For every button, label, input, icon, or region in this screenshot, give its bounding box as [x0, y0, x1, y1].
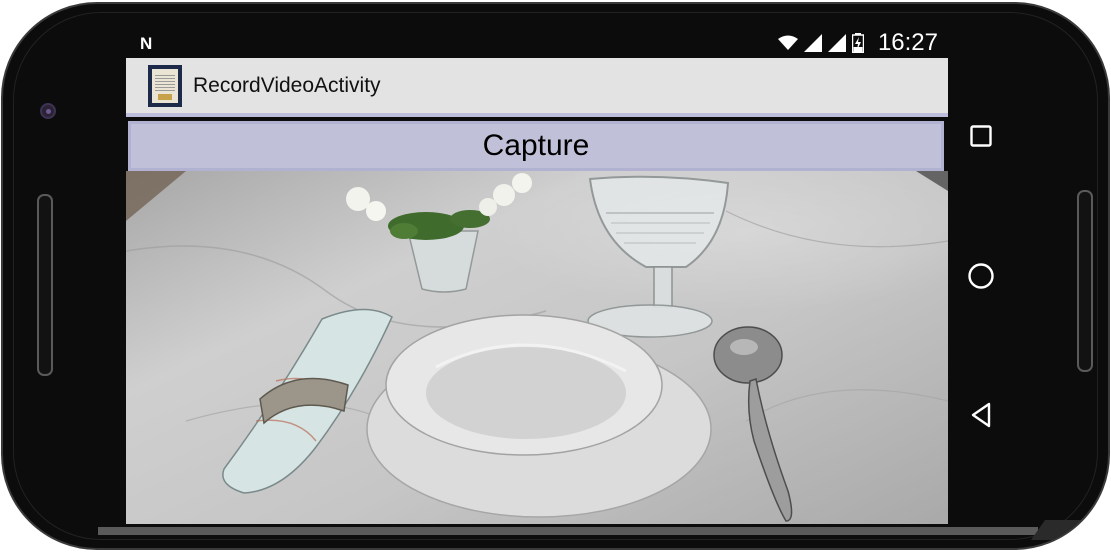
action-bar-divider — [126, 113, 948, 117]
camera-preview — [126, 171, 948, 524]
notification-n-icon: N — [140, 34, 153, 53]
action-bar: RecordVideoActivity — [126, 58, 948, 113]
status-icons: 16:27 — [777, 28, 938, 58]
activity-title: RecordVideoActivity — [193, 74, 381, 97]
home-button[interactable] — [948, 246, 1014, 306]
home-icon — [968, 263, 994, 289]
battery-charging-icon — [851, 33, 864, 53]
status-clock: 16:27 — [877, 29, 938, 56]
back-button[interactable] — [948, 385, 1014, 445]
navigation-bar — [948, 58, 1014, 524]
phone-edge — [98, 527, 1038, 535]
speaker-grille-right — [1077, 190, 1093, 372]
recents-icon — [970, 125, 992, 147]
signal-icon — [803, 34, 822, 52]
app-launcher-icon — [148, 65, 182, 107]
speaker-grille-left — [37, 194, 53, 376]
back-icon — [971, 402, 991, 428]
phone-edge-shadow — [1030, 520, 1106, 540]
preview-scene — [126, 171, 948, 522]
wifi-icon — [777, 35, 798, 50]
capture-button[interactable]: Capture — [128, 121, 944, 171]
signal-icon-2 — [827, 34, 846, 52]
front-camera — [40, 103, 56, 119]
recents-button[interactable] — [948, 106, 1014, 166]
status-bar: N 16:27 — [126, 28, 948, 58]
